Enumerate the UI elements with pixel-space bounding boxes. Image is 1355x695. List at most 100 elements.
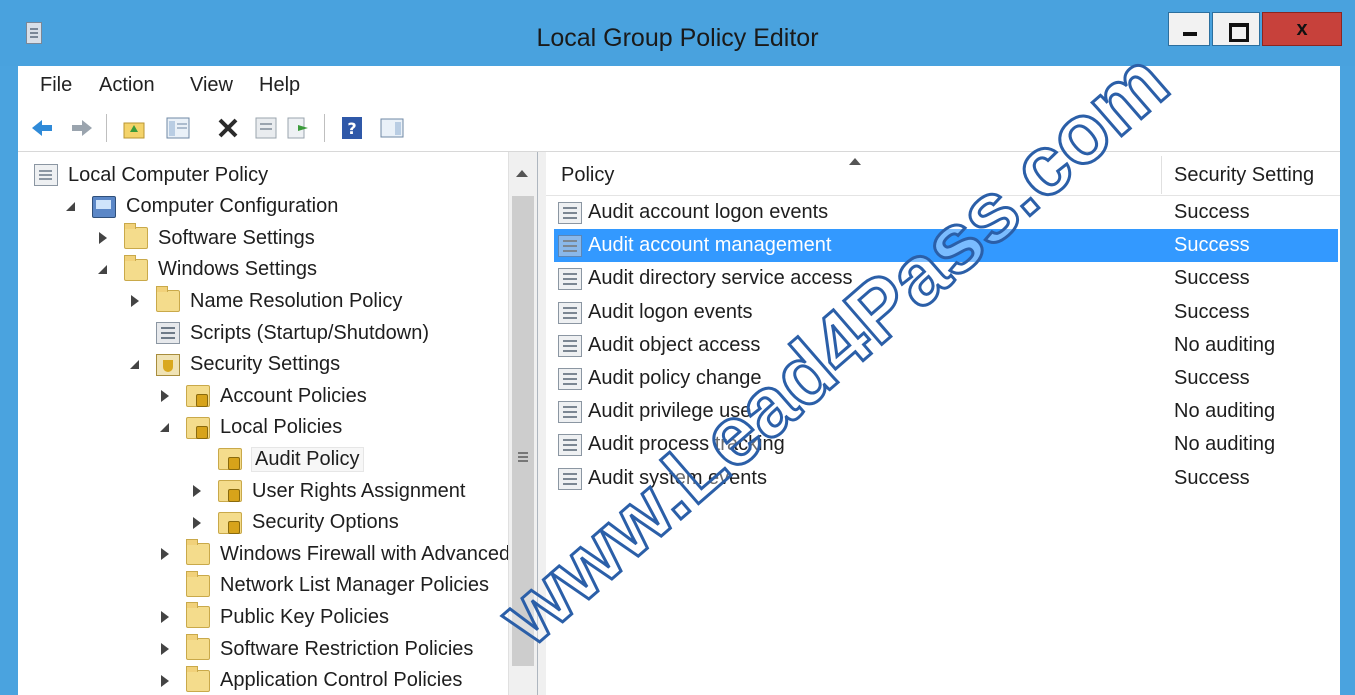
column-separator[interactable] (1161, 156, 1162, 194)
policy-name: Audit account logon events (588, 201, 829, 223)
tree-item[interactable]: Account Policies (158, 381, 367, 411)
expand-arrow-icon[interactable] (64, 200, 78, 214)
policy-row[interactable]: Audit account management Success (554, 229, 1338, 263)
up-folder-icon[interactable] (122, 116, 146, 140)
folder-icon (186, 665, 210, 692)
policy-row[interactable]: Audit object access No auditing (554, 329, 1338, 362)
tree-item-label: Network List Manager Policies (220, 574, 489, 597)
secfolder-icon (186, 385, 210, 408)
security-setting-value: Success (1174, 201, 1250, 223)
secfolder-icon (186, 416, 210, 439)
tree-item[interactable]: Security Options (190, 508, 399, 538)
forward-icon[interactable] (70, 116, 94, 140)
list-header: Policy Security Setting (546, 152, 1340, 196)
tree-item-label: Local Policies (220, 416, 343, 439)
console-tree[interactable]: Local Computer Policy Computer Configurat… (18, 152, 538, 695)
show-hide-tree-icon[interactable] (166, 116, 190, 140)
folder-icon (186, 539, 210, 566)
tree-item[interactable]: Local Computer Policy (34, 160, 268, 190)
collapse-arrow-icon[interactable] (158, 610, 172, 624)
collapse-arrow-icon[interactable] (190, 516, 204, 530)
menu-file[interactable]: File (40, 74, 72, 97)
tree-item-label: Software Settings (158, 226, 315, 249)
back-icon[interactable] (30, 116, 54, 140)
policy-name: Audit logon events (588, 300, 753, 323)
policy-name: Audit privilege use (588, 400, 752, 423)
pane-splitter[interactable] (538, 152, 546, 695)
menu-view[interactable]: View (190, 74, 233, 97)
tree-item[interactable]: User Rights Assignment (190, 476, 465, 506)
show-hide-action-pane-icon[interactable] (380, 116, 404, 140)
tree-item-label: Windows Settings (158, 258, 317, 281)
policy-row[interactable]: Audit logon events Success (554, 296, 1338, 329)
column-header-policy[interactable]: Policy (561, 164, 614, 187)
policy-setting-icon (558, 467, 582, 490)
collapse-arrow-icon[interactable] (158, 674, 172, 688)
collapse-arrow-icon[interactable] (158, 642, 172, 656)
tree-item[interactable]: Local Policies (158, 413, 342, 443)
policy-row[interactable]: Audit policy change Success (554, 362, 1338, 395)
tree-item[interactable]: Security Settings (128, 350, 340, 380)
policy-row[interactable]: Audit privilege use No auditing (554, 395, 1338, 428)
policy-setting-icon (558, 434, 582, 457)
policy-setting-icon (558, 268, 582, 291)
policy-row[interactable]: Audit process tracking No auditing (554, 428, 1338, 461)
collapse-arrow-icon[interactable] (190, 484, 204, 498)
scroll-up-icon[interactable] (516, 170, 528, 177)
doc-icon (34, 164, 58, 186)
tree-item[interactable]: Public Key Policies (158, 602, 389, 632)
tree-item-label: Application Control Policies (220, 669, 463, 692)
security-setting-value: Success (1174, 367, 1250, 389)
grip-icon (518, 452, 528, 454)
policy-setting-icon (558, 301, 582, 324)
export-list-icon[interactable] (286, 116, 310, 140)
properties-icon[interactable] (254, 116, 278, 140)
expand-arrow-icon[interactable] (128, 358, 142, 372)
policy-name: Audit object access (588, 333, 761, 356)
close-button[interactable]: x (1262, 12, 1342, 46)
security-setting-value: Success (1174, 300, 1250, 323)
maximize-button[interactable] (1212, 12, 1260, 46)
tree-item[interactable]: Application Control Policies (158, 665, 463, 695)
tree-item-label: Security Options (252, 511, 399, 534)
collapse-arrow-icon[interactable] (158, 547, 172, 561)
policy-row[interactable]: Audit account logon events Success (554, 196, 1338, 229)
delete-icon[interactable] (216, 116, 240, 140)
security-setting-value: No auditing (1174, 400, 1276, 423)
security-setting-value: Success (1174, 267, 1250, 290)
tree-item[interactable]: Software Restriction Policies (158, 634, 473, 664)
collapse-arrow-icon[interactable] (128, 294, 142, 308)
menu-action[interactable]: Action (99, 74, 155, 97)
tree-item[interactable]: Computer Configuration (64, 192, 338, 222)
tree-item[interactable]: Name Resolution Policy (128, 286, 402, 316)
tree-item[interactable]: Audit Policy (190, 444, 364, 474)
folder-icon (124, 223, 148, 250)
window-title: Local Group Policy Editor (536, 24, 819, 52)
security-setting-value: Success (1174, 234, 1250, 257)
column-header-security-setting[interactable]: Security Setting (1174, 164, 1314, 187)
script-icon (156, 322, 180, 344)
folder-icon (186, 602, 210, 629)
scroll-thumb[interactable] (512, 196, 534, 666)
title-bar[interactable]: Local Group Policy Editor x (0, 0, 1355, 66)
minimize-button[interactable] (1168, 12, 1210, 46)
tree-item-label: Software Restriction Policies (220, 637, 474, 660)
collapse-arrow-icon[interactable] (158, 389, 172, 403)
tree-item[interactable]: Network List Manager Policies (158, 570, 489, 601)
expand-arrow-icon[interactable] (96, 263, 110, 277)
tree-item[interactable]: Windows Settings (96, 254, 317, 285)
policy-row[interactable]: Audit directory service access Success (554, 262, 1338, 295)
policy-setting-icon (558, 334, 582, 357)
tree-item[interactable]: Windows Firewall with Advanced (158, 539, 510, 569)
expand-arrow-icon[interactable] (158, 421, 172, 435)
tree-item[interactable]: Software Settings (96, 223, 315, 253)
secfolder-icon (218, 480, 242, 502)
tree-item[interactable]: Scripts (Startup/Shutdown) (128, 318, 429, 348)
security-setting-value: No auditing (1174, 433, 1276, 456)
collapse-arrow-icon[interactable] (96, 231, 110, 245)
tree-scrollbar[interactable] (508, 152, 537, 695)
policy-row[interactable]: Audit system events Success (554, 462, 1338, 495)
menu-help[interactable]: Help (259, 74, 300, 97)
computer-icon (92, 195, 116, 218)
help-icon[interactable]: ? (340, 116, 364, 140)
